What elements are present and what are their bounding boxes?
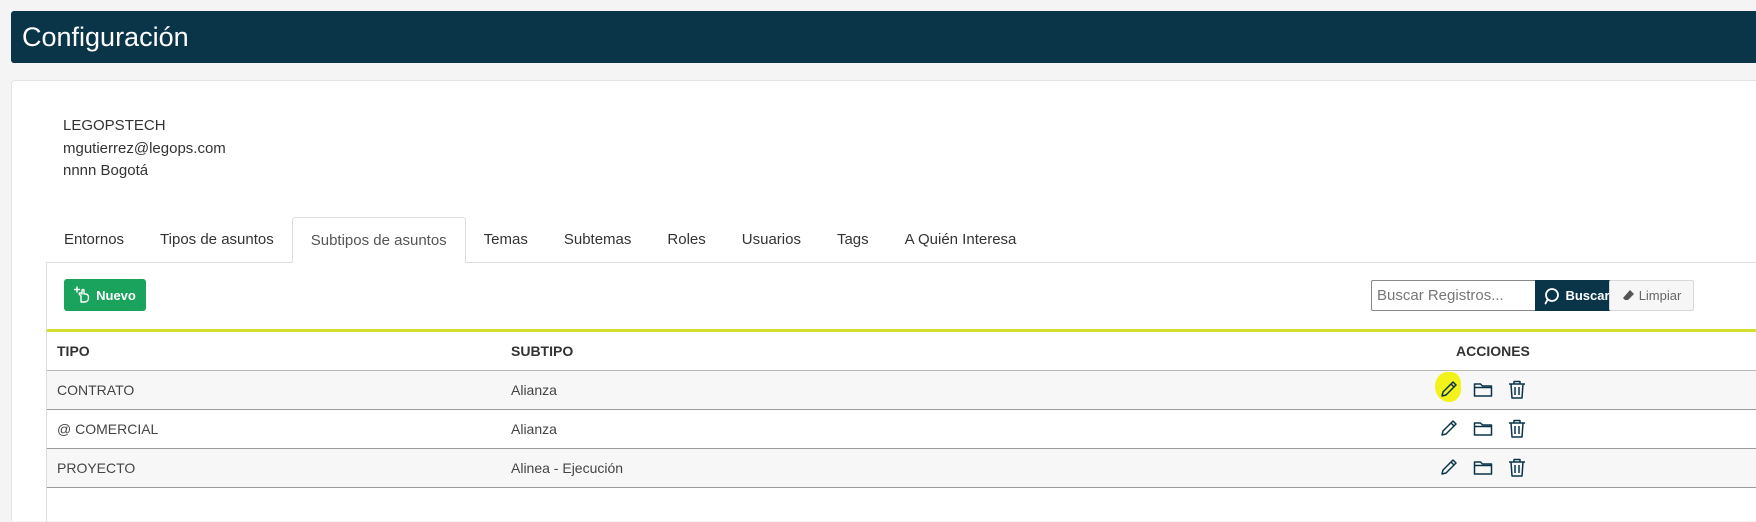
pencil-icon[interactable]	[1439, 457, 1459, 479]
folder-icon[interactable]	[1473, 457, 1493, 479]
folder-icon[interactable]	[1473, 379, 1493, 401]
clear-button-label: Limpiar	[1638, 288, 1682, 303]
new-button-label: Nuevo	[96, 287, 136, 303]
search-button[interactable]: Buscar	[1535, 280, 1619, 311]
config-card: LEGOPSTECH mgutierrez@legops.com nnnn Bo…	[11, 80, 1756, 522]
page-title: Configuración	[22, 22, 189, 52]
company-address: nnnn Bogotá	[63, 162, 149, 179]
cell-tipo: PROYECTO	[57, 460, 136, 476]
tab-subtemas[interactable]: Subtemas	[546, 217, 650, 263]
row-actions	[1435, 372, 1527, 402]
table-row: CONTRATO Alianza	[47, 371, 1756, 410]
table-header: TIPO SUBTIPO ACCIONES	[47, 329, 1756, 371]
tab-a-quien-interesa[interactable]: A Quién Interesa	[887, 217, 1035, 263]
tab-entornos[interactable]: Entornos	[46, 217, 142, 263]
cell-tipo: CONTRATO	[57, 382, 135, 398]
cell-subtipo: Alianza	[511, 421, 557, 437]
row-actions	[1439, 418, 1527, 440]
clear-button[interactable]: Limpiar	[1609, 280, 1694, 311]
search-button-label: Buscar	[1565, 288, 1610, 303]
page-header: Configuración	[11, 11, 1756, 63]
cell-subtipo: Alianza	[511, 382, 557, 398]
company-email: mgutierrez@legops.com	[63, 139, 226, 157]
cell-tipo: @ COMERCIAL	[57, 421, 159, 437]
search-icon	[1545, 287, 1560, 304]
tab-temas[interactable]: Temas	[466, 217, 546, 263]
trash-icon[interactable]	[1507, 379, 1527, 401]
tab-usuarios[interactable]: Usuarios	[724, 217, 819, 263]
cell-subtipo: Alinea - Ejecución	[511, 460, 624, 476]
hand-plus-icon	[74, 286, 90, 303]
table-row: @ COMERCIAL Alianza	[47, 410, 1756, 449]
new-button[interactable]: Nuevo	[64, 279, 146, 311]
tab-tags[interactable]: Tags	[819, 217, 887, 263]
trash-icon[interactable]	[1507, 457, 1527, 479]
company-info: LEGOPSTECH mgutierrez@legops.com nnnn Bo…	[63, 115, 226, 183]
eraser-icon	[1622, 290, 1634, 300]
subtypes-table: TIPO SUBTIPO ACCIONES CONTRATO Alianza @…	[47, 329, 1756, 488]
config-tabs: Entornos Tipos de asuntos Subtipos de as…	[46, 217, 1034, 263]
tab-tipos-de-asuntos[interactable]: Tipos de asuntos	[142, 217, 292, 263]
trash-icon[interactable]	[1507, 418, 1527, 440]
column-header-acciones: ACCIONES	[1456, 343, 1530, 359]
row-actions	[1439, 457, 1527, 479]
tab-roles[interactable]: Roles	[649, 217, 723, 263]
edit-button[interactable]	[1435, 372, 1461, 402]
tab-subtipos-de-asuntos[interactable]: Subtipos de asuntos	[291, 217, 466, 263]
search-bar: Buscar	[1371, 280, 1619, 311]
company-name: LEGOPSTECH	[63, 117, 166, 134]
column-header-tipo: TIPO	[57, 343, 90, 359]
table-row: PROYECTO Alinea - Ejecución	[47, 449, 1756, 488]
search-input[interactable]	[1371, 280, 1535, 311]
pencil-icon[interactable]	[1439, 418, 1459, 440]
column-header-subtipo: SUBTIPO	[511, 343, 574, 359]
folder-icon[interactable]	[1473, 418, 1493, 440]
pencil-icon	[1441, 381, 1457, 397]
tab-panel: Nuevo Buscar Limpiar TIPO SUBTIPO ACCI	[46, 262, 1756, 522]
